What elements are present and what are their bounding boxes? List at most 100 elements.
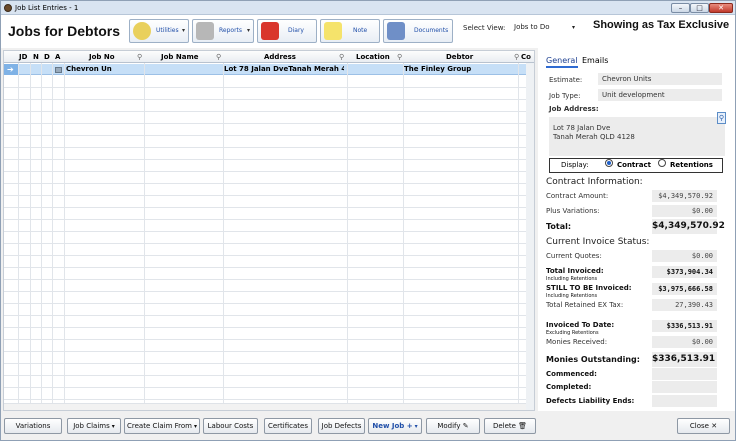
create-claim-from-button[interactable]: Create Claim From ▾ [124,418,200,434]
grid-line [4,207,526,208]
col-location[interactable]: Location [356,51,390,63]
search-icon[interactable]: ⚲ [339,51,344,63]
map-pin-icon[interactable]: ⚲ [717,112,726,124]
documents-button[interactable]: Documents [383,19,453,43]
contract-heading: Contract Information: [546,177,643,187]
job-defects-button[interactable]: Job Defects [318,418,365,434]
grid-line [4,399,526,400]
job-address-label: Job Address: [549,105,599,113]
grid-divider [41,63,42,403]
search-icon[interactable]: ⚲ [397,51,402,63]
grid-line [4,183,526,184]
create-claim-from-label: Create Claim From [127,422,192,430]
jobs-grid[interactable]: JD N D A Job No ⚲ Job Name ⚲ Address ⚲ L… [3,50,535,411]
retentions-radio[interactable] [658,159,666,167]
plus-variations-label: Plus Variations: [546,207,600,215]
invoiced-to-date-label: Invoiced To Date: Excluding Retentions [546,322,614,337]
col-d[interactable]: D [44,51,50,63]
documents-label: Documents [414,27,449,34]
close-label: Close [689,422,709,430]
defects-liability-value [652,395,717,407]
search-icon[interactable]: ⚲ [216,51,221,63]
select-view-dropdown[interactable]: Jobs to Do ▾ [511,20,579,35]
col-a[interactable]: A [55,51,60,63]
utilities-button[interactable]: Utilities ▾ [129,19,189,43]
grid-line [4,303,526,304]
grid-divider [144,63,145,403]
job-defects-label: Job Defects [321,422,362,430]
col-n[interactable]: N [33,51,39,63]
reports-button[interactable]: Reports ▾ [192,19,254,43]
note-label: Note [353,27,368,34]
app-icon [4,4,12,12]
select-view-value: Jobs to Do [514,23,550,31]
reports-label: Reports [219,27,243,34]
grid-line [4,99,526,100]
display-toggle: Display: Contract Retentions [549,158,723,173]
chevron-down-icon: ▾ [246,27,250,34]
tab-emails[interactable]: Emails [582,56,608,65]
col-job-name[interactable]: Job Name [161,51,199,63]
col-job-no[interactable]: Job No [89,51,115,63]
note-icon [324,22,342,40]
minimize-button[interactable]: – [671,3,690,13]
grid-line [4,231,526,232]
cell-debtor: The Finley Group [404,65,472,73]
plus-variations-value: $0.00 [652,205,717,217]
col-jd[interactable]: JD [19,51,27,63]
grid-divider [64,63,65,403]
job-type-label: Job Type: [549,92,581,100]
col-address[interactable]: Address [264,51,296,63]
grid-line [4,195,526,196]
contract-radio[interactable] [605,159,613,167]
chevron-down-icon: ▾ [414,423,418,430]
note-button[interactable]: Note [320,19,380,43]
trash-icon: 🗑 [518,422,528,430]
col-debtor[interactable]: Debtor [446,51,473,63]
grid-divider [518,63,519,403]
new-job-button[interactable]: New Job + ▾ [368,418,422,434]
current-quotes-label: Current Quotes: [546,252,602,260]
address-line-2: Tanah Merah QLD 4128 [553,133,635,141]
grid-line [4,327,526,328]
pencil-icon: ✎ [462,422,469,430]
current-quotes-value: $0.00 [652,250,717,262]
grid-line [4,255,526,256]
modify-button[interactable]: Modify ✎ [426,418,480,434]
job-claims-label: Job Claims [73,422,110,430]
close-window-button[interactable]: ✕ [709,3,733,13]
close-button[interactable]: Close ✕ [677,418,730,434]
delete-button[interactable]: Delete 🗑 [484,418,536,434]
tab-general[interactable]: General [546,56,578,68]
estimate-value: Chevron Units [598,73,722,85]
chevron-down-icon: ▾ [181,27,185,34]
grid-line [4,219,526,220]
vertical-scrollbar[interactable] [526,63,534,410]
job-claims-button[interactable]: Job Claims ▾ [67,418,121,434]
horizontal-scrollbar[interactable] [4,403,526,410]
monies-received-label: Monies Received: [546,338,608,346]
grid-header: JD N D A Job No ⚲ Job Name ⚲ Address ⚲ L… [4,51,534,63]
utilities-label: Utilities [156,27,179,34]
certificates-button[interactable]: Certificates [264,418,312,434]
diary-button[interactable]: Diary [257,19,317,43]
maximize-button[interactable]: □ [690,3,709,13]
table-row[interactable]: ➔ Chevron Un Lot 78 Jalan DveTanah Merah… [4,64,526,75]
variations-button[interactable]: Variations [4,418,62,434]
invoice-heading: Current Invoice Status: [546,237,650,247]
address-line-1: Lot 78 Jalan Dve [553,124,611,132]
search-icon[interactable]: ⚲ [514,51,519,63]
title-bar: Job List Entries - 1 – □ ✕ [1,1,735,15]
total-invoiced-label: Total Invoiced: Including Retentions [546,268,604,283]
completed-value [652,381,717,393]
job-address-box: Lot 78 Jalan Dve Tanah Merah QLD 4128 [549,117,725,156]
search-icon[interactable]: ⚲ [137,51,142,63]
grid-line [4,291,526,292]
labour-costs-button[interactable]: Labour Costs [203,418,258,434]
contract-amount-label: Contract Amount: [546,192,609,200]
variations-label: Variations [15,422,51,430]
grid-line [4,387,526,388]
close-x-icon: ✕ [711,422,718,430]
job-type-value: Unit development [598,89,722,101]
scroll-right-icon[interactable]: › [528,51,531,63]
